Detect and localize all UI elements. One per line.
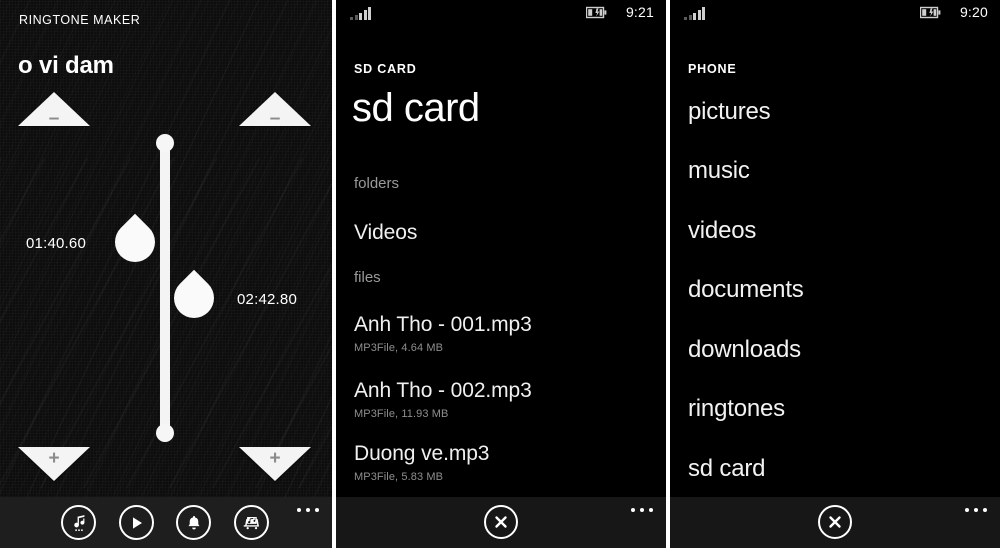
decrease-end-button[interactable]: –	[239, 92, 311, 128]
menu-item-ringtones[interactable]: ringtones	[688, 395, 785, 423]
signal-bars-icon	[684, 7, 705, 20]
signal-bars-icon	[350, 7, 371, 20]
close-icon[interactable]	[484, 505, 518, 539]
dot	[631, 508, 635, 512]
list-item-file-meta: MP3File, 4.64 MB	[354, 342, 444, 354]
triangle-down-icon	[18, 447, 90, 481]
triangle-up-icon	[18, 92, 90, 126]
increase-end-button[interactable]: +	[239, 447, 311, 483]
status-clock: 9:21	[625, 4, 654, 20]
play-icon[interactable]	[119, 505, 154, 540]
end-marker-handle[interactable]	[165, 269, 223, 327]
song-title: o vi dam	[18, 52, 114, 79]
start-marker-handle[interactable]	[106, 213, 164, 271]
menu-item-documents[interactable]: documents	[688, 276, 804, 304]
more-options-button[interactable]	[297, 508, 319, 512]
dot	[306, 508, 310, 512]
list-item-folder[interactable]: Videos	[354, 221, 417, 245]
phone-appbar	[670, 497, 1000, 548]
slider-bottom-knob[interactable]	[156, 424, 174, 442]
dot	[640, 508, 644, 512]
end-time-label: 02:42.80	[237, 291, 297, 308]
dot	[983, 508, 987, 512]
dot	[965, 508, 969, 512]
menu-item-videos[interactable]: videos	[688, 217, 756, 245]
group-label-folders: folders	[354, 175, 400, 192]
list-item-file-meta: MP3File, 11.93 MB	[354, 408, 449, 420]
music-note-icon[interactable]	[61, 505, 96, 540]
status-bar: 9:21	[336, 0, 666, 26]
group-label-files: files	[354, 269, 381, 286]
status-bar: 9:20	[670, 0, 1000, 26]
triangle-down-icon	[239, 447, 311, 481]
save-music-icon[interactable]	[234, 505, 269, 540]
page-header: SD CARD	[354, 62, 417, 76]
more-options-button[interactable]	[965, 508, 987, 512]
page-header: PHONE	[688, 62, 737, 76]
bell-icon[interactable]	[176, 505, 211, 540]
screenshot-stage: RINGTONE MAKER o vi dam – – 01:40.60 02:…	[0, 0, 1000, 548]
triangle-up-icon	[239, 92, 311, 126]
slider-top-knob[interactable]	[156, 134, 174, 152]
list-item-file[interactable]: Anh Tho - 002.mp3	[354, 379, 532, 403]
menu-item-sd-card[interactable]: sd card	[688, 455, 766, 483]
close-icon[interactable]	[818, 505, 852, 539]
sd-card-appbar	[336, 497, 666, 548]
battery-charging-icon	[585, 6, 608, 19]
status-clock: 9:20	[959, 4, 988, 20]
menu-item-downloads[interactable]: downloads	[688, 336, 801, 364]
more-options-button[interactable]	[631, 508, 653, 512]
panel-sd-card: 9:21 SD CARD sd card folders Videos file…	[336, 0, 666, 548]
menu-item-pictures[interactable]: pictures	[688, 98, 771, 126]
ringtone-appbar	[0, 497, 332, 548]
battery-charging-icon	[919, 6, 942, 19]
list-item-file-meta: MP3File, 5.83 MB	[354, 471, 444, 483]
start-time-label: 01:40.60	[26, 235, 86, 252]
dot	[297, 508, 301, 512]
page-title: sd card	[352, 86, 480, 130]
panel-phone: 9:20 PHONE pictures music videos documen…	[670, 0, 1000, 548]
trim-slider-track[interactable]	[160, 138, 170, 442]
decrease-start-button[interactable]: –	[18, 92, 90, 128]
menu-item-music[interactable]: music	[688, 157, 750, 185]
dot	[974, 508, 978, 512]
increase-start-button[interactable]: +	[18, 447, 90, 483]
dot	[649, 508, 653, 512]
list-item-file[interactable]: Duong ve.mp3	[354, 442, 489, 466]
list-item-file[interactable]: Anh Tho - 001.mp3	[354, 313, 532, 337]
app-title: RINGTONE MAKER	[19, 13, 141, 27]
dot	[315, 508, 319, 512]
panel-ringtone-maker: RINGTONE MAKER o vi dam – – 01:40.60 02:…	[0, 0, 332, 548]
